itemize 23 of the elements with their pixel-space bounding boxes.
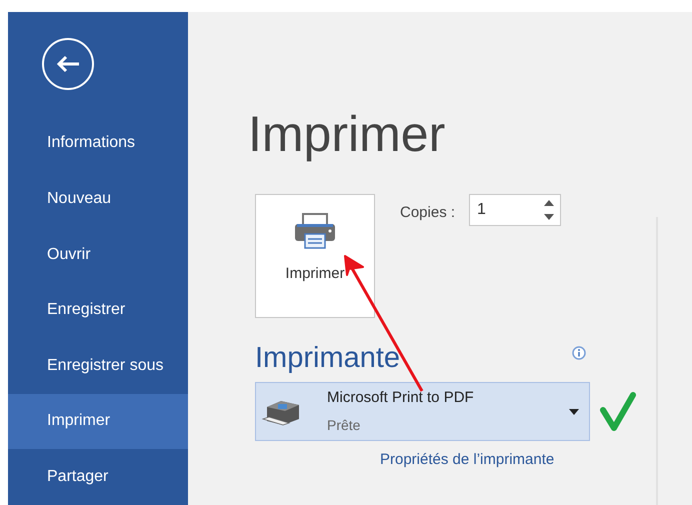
sidebar-item[interactable]: Enregistrer — [8, 282, 188, 338]
copies-label: Copies : — [400, 203, 456, 223]
caret-icon — [569, 408, 579, 414]
printer-status: Prête — [327, 416, 362, 436]
sidebar-item[interactable]: Enregistrer sous — [8, 338, 188, 394]
copies-spinner[interactable]: 1 — [469, 194, 562, 226]
printer-heading: Imprimante — [255, 341, 400, 376]
sidebar-item[interactable]: Imprimer — [8, 394, 188, 450]
printer-properties-link[interactable]: Propriétés de l’imprimante — [380, 449, 554, 472]
spinner-arrows-icon — [544, 199, 554, 221]
printer-name: Microsoft Print to PDF — [327, 388, 475, 408]
back-button[interactable] — [42, 38, 94, 90]
sidebar-item[interactable]: Ouvrir — [8, 226, 188, 282]
sidebar-item[interactable]: Partager — [8, 449, 188, 505]
check-mark-icon — [600, 392, 636, 432]
print-button[interactable]: Imprimer — [255, 194, 375, 318]
back-arrow-icon — [55, 54, 81, 74]
sidebar-item[interactable]: Informations — [8, 115, 188, 172]
info-icon — [572, 346, 586, 360]
printer-dropdown[interactable]: Microsoft Print to PDF Prête — [255, 382, 590, 441]
sidebar-item[interactable]: Nouveau — [8, 171, 188, 227]
page-title: Imprimer — [248, 105, 446, 164]
printer-icon — [293, 213, 337, 249]
